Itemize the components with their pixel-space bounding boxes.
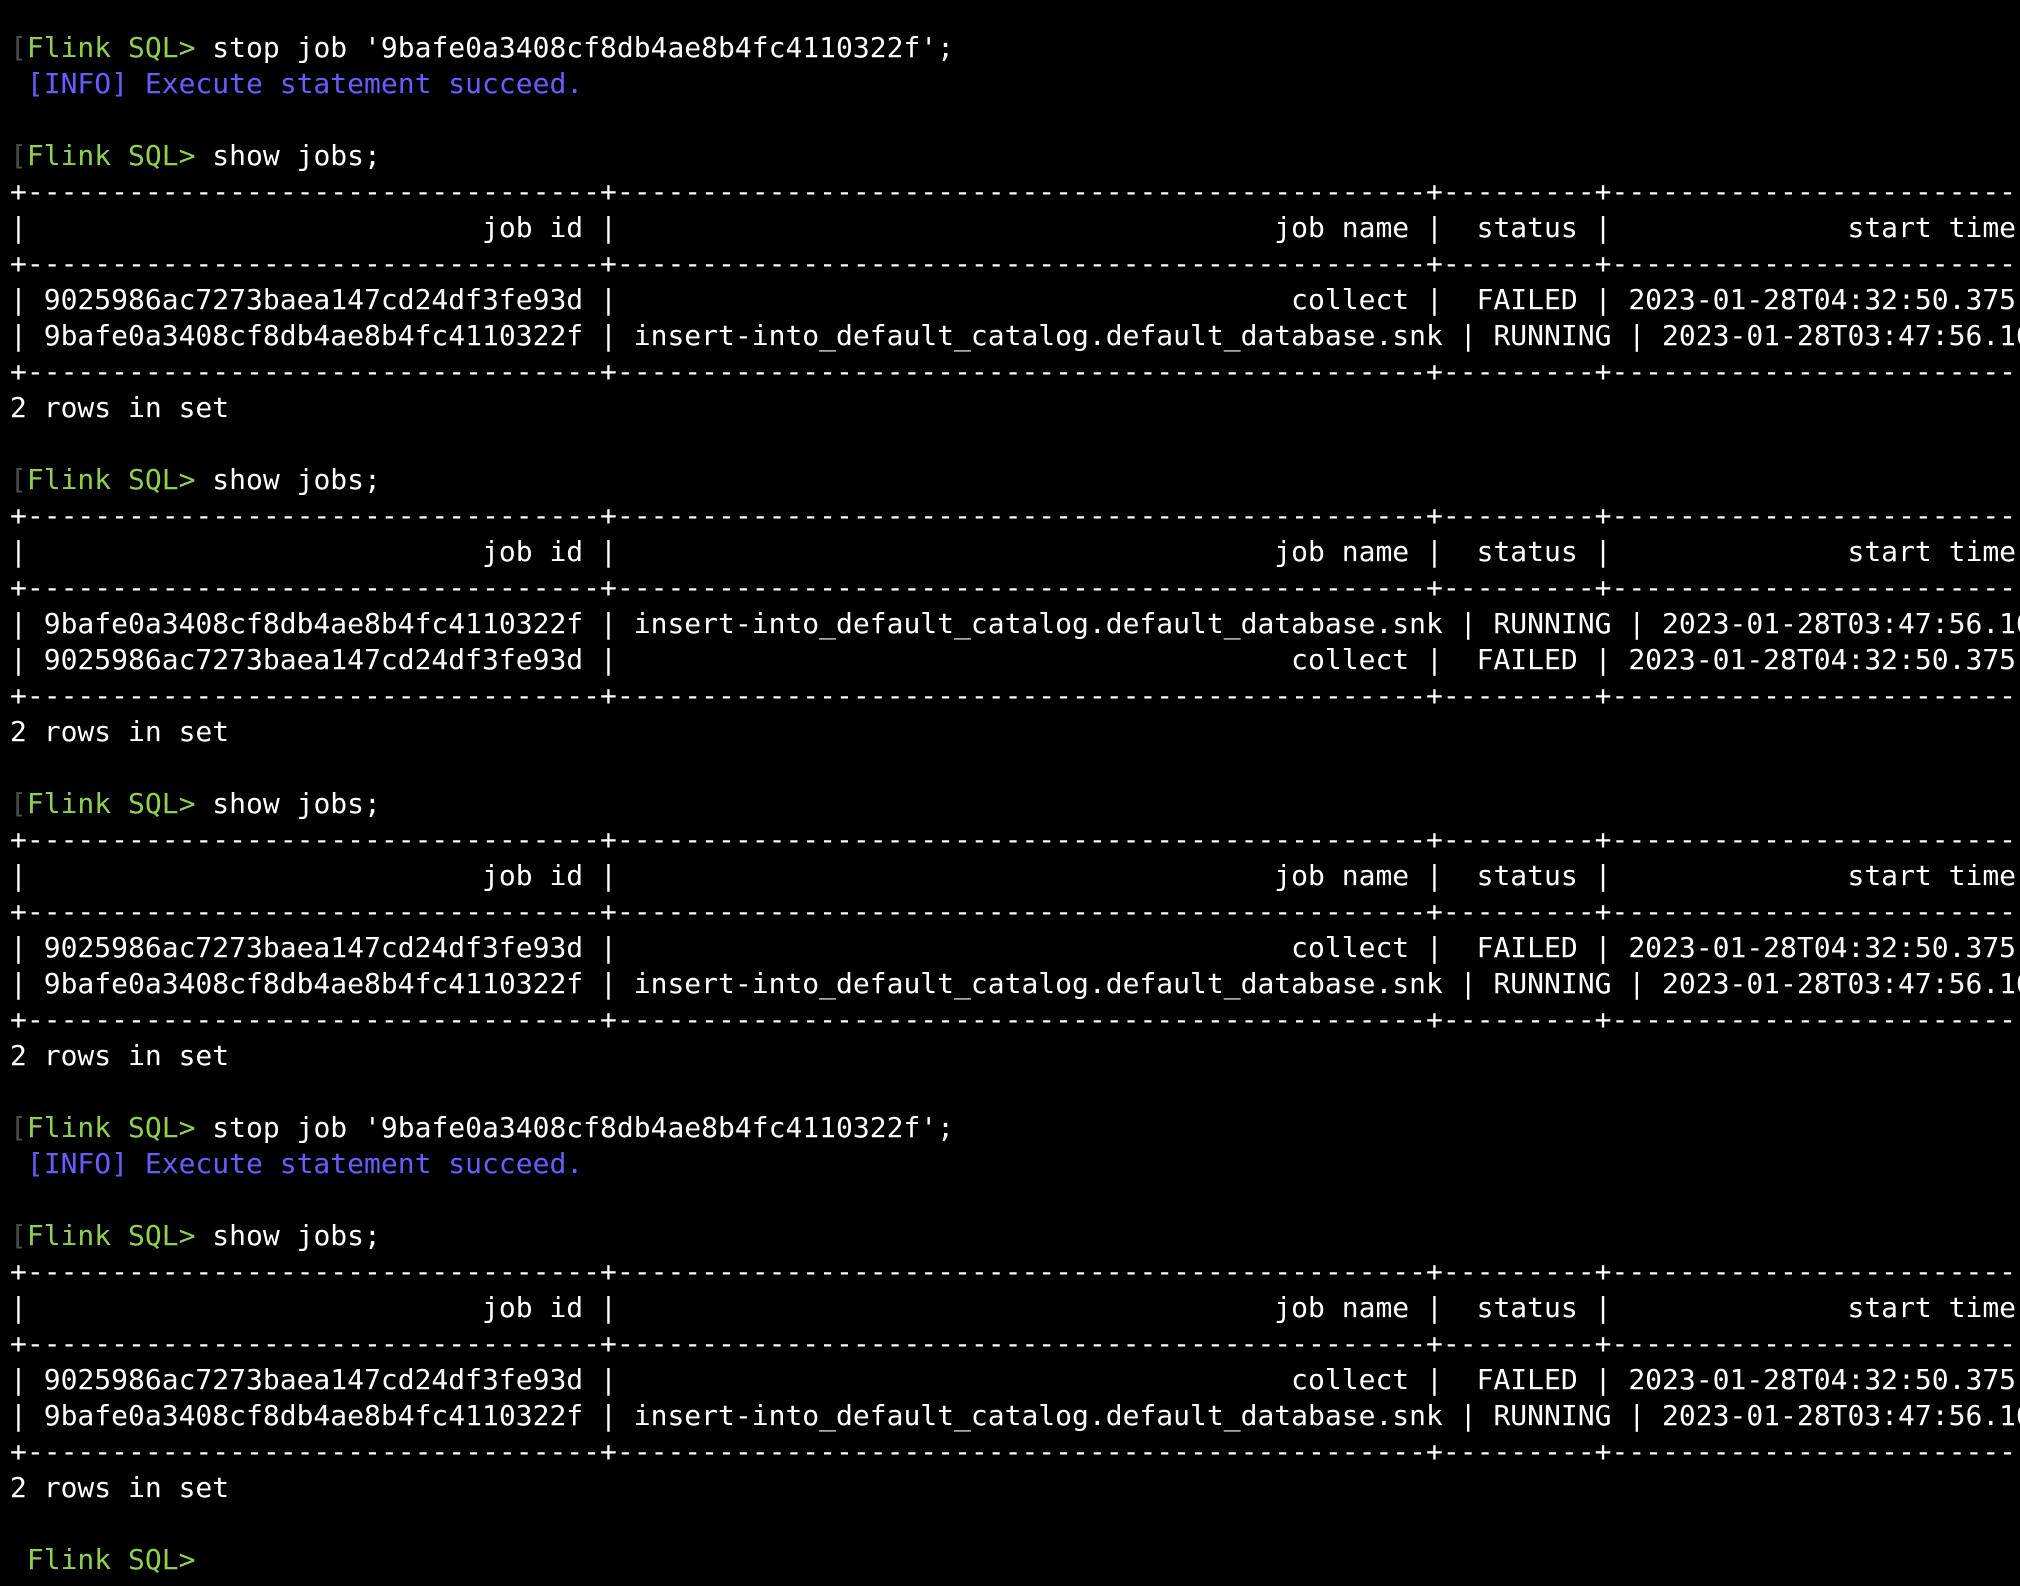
output-line: | 9025986ac7273baea147cd24df3fe93d | col… [10,931,2020,964]
command-line: [Flink SQL> stop job '9bafe0a3408cf8db4a… [10,1110,2020,1146]
output-line: 2 rows in set [10,715,230,748]
output-line: | 9bafe0a3408cf8db4ae8b4fc4110322f | ins… [10,1399,2020,1432]
output-line: +----------------------------------+----… [10,1435,2020,1468]
command-text: show jobs; [195,1219,381,1252]
prompt-label: Flink SQL> [26,1111,196,1144]
output-line: | 9bafe0a3408cf8db4ae8b4fc4110322f | ins… [10,607,2020,640]
output-line: 2 rows in set [10,1471,230,1504]
output-line: +----------------------------------+----… [10,499,2020,532]
output-line: | 9025986ac7273baea147cd24df3fe93d | col… [10,283,2020,316]
command-line: [Flink SQL> show jobs; [10,1218,2020,1254]
command-line: [Flink SQL> stop job '9bafe0a3408cf8db4a… [10,30,2020,66]
command-text: show jobs; [195,787,381,820]
prompt-bracket: [ [10,787,27,820]
command-line: [Flink SQL> show jobs; [10,138,2020,174]
prompt-label: Flink SQL> [26,31,196,64]
prompt-label: Flink SQL> [26,787,196,820]
prompt-bracket: [ [10,31,27,64]
terminal-window[interactable]: [Flink SQL> stop job '9bafe0a3408cf8db4a… [0,0,2020,1586]
output-line: | 9025986ac7273baea147cd24df3fe93d | col… [10,643,2020,676]
output-line: +----------------------------------+----… [10,895,2020,928]
output-line: | 9bafe0a3408cf8db4ae8b4fc4110322f | ins… [10,319,2020,352]
output-line: | 9bafe0a3408cf8db4ae8b4fc4110322f | ins… [10,967,2020,1000]
output-line: +----------------------------------+----… [10,679,2020,712]
output-line: +----------------------------------+----… [10,823,2020,856]
output-line: | job id | job name | status | start tim… [10,211,2020,244]
prompt-label: Flink SQL> [26,463,196,496]
prompt-label: Flink SQL> [26,139,196,172]
output-line: +----------------------------------+----… [10,1003,2020,1036]
prompt-bracket: [ [10,139,27,172]
output-line: 2 rows in set [10,1039,230,1072]
command-text: show jobs; [195,139,381,172]
command-text: show jobs; [195,463,381,496]
prompt-label: Flink SQL> [26,1543,196,1576]
output-line: +----------------------------------+----… [10,1327,2020,1360]
command-text: stop job '9bafe0a3408cf8db4ae8b4fc411032… [195,1111,955,1144]
prompt-bracket: [ [10,1111,27,1144]
output-line: +----------------------------------+----… [10,247,2020,280]
prompt-bracket: [ [10,1219,27,1252]
output-line: +----------------------------------+----… [10,571,2020,604]
output-line: | 9025986ac7273baea147cd24df3fe93d | col… [10,1363,2020,1396]
output-line: 2 rows in set [10,391,230,424]
output-line: +----------------------------------+----… [10,355,2020,388]
prompt-bracket: [ [10,463,27,496]
prompt-label: Flink SQL> [26,1219,196,1252]
command-line: [Flink SQL> show jobs; [10,786,2020,822]
command-text: stop job '9bafe0a3408cf8db4ae8b4fc411032… [195,31,955,64]
active-prompt-line[interactable]: Flink SQL> [10,1542,2020,1578]
info-message: [INFO] Execute statement succeed. [10,67,584,100]
output-line: +----------------------------------+----… [10,1255,2020,1288]
output-line: | job id | job name | status | start tim… [10,1291,2020,1324]
info-message: [INFO] Execute statement succeed. [10,1147,584,1180]
output-line: +----------------------------------+----… [10,175,2020,208]
prompt-bracket [10,1543,27,1576]
output-line: | job id | job name | status | start tim… [10,535,2020,568]
command-line: [Flink SQL> show jobs; [10,462,2020,498]
output-line: | job id | job name | status | start tim… [10,859,2020,892]
